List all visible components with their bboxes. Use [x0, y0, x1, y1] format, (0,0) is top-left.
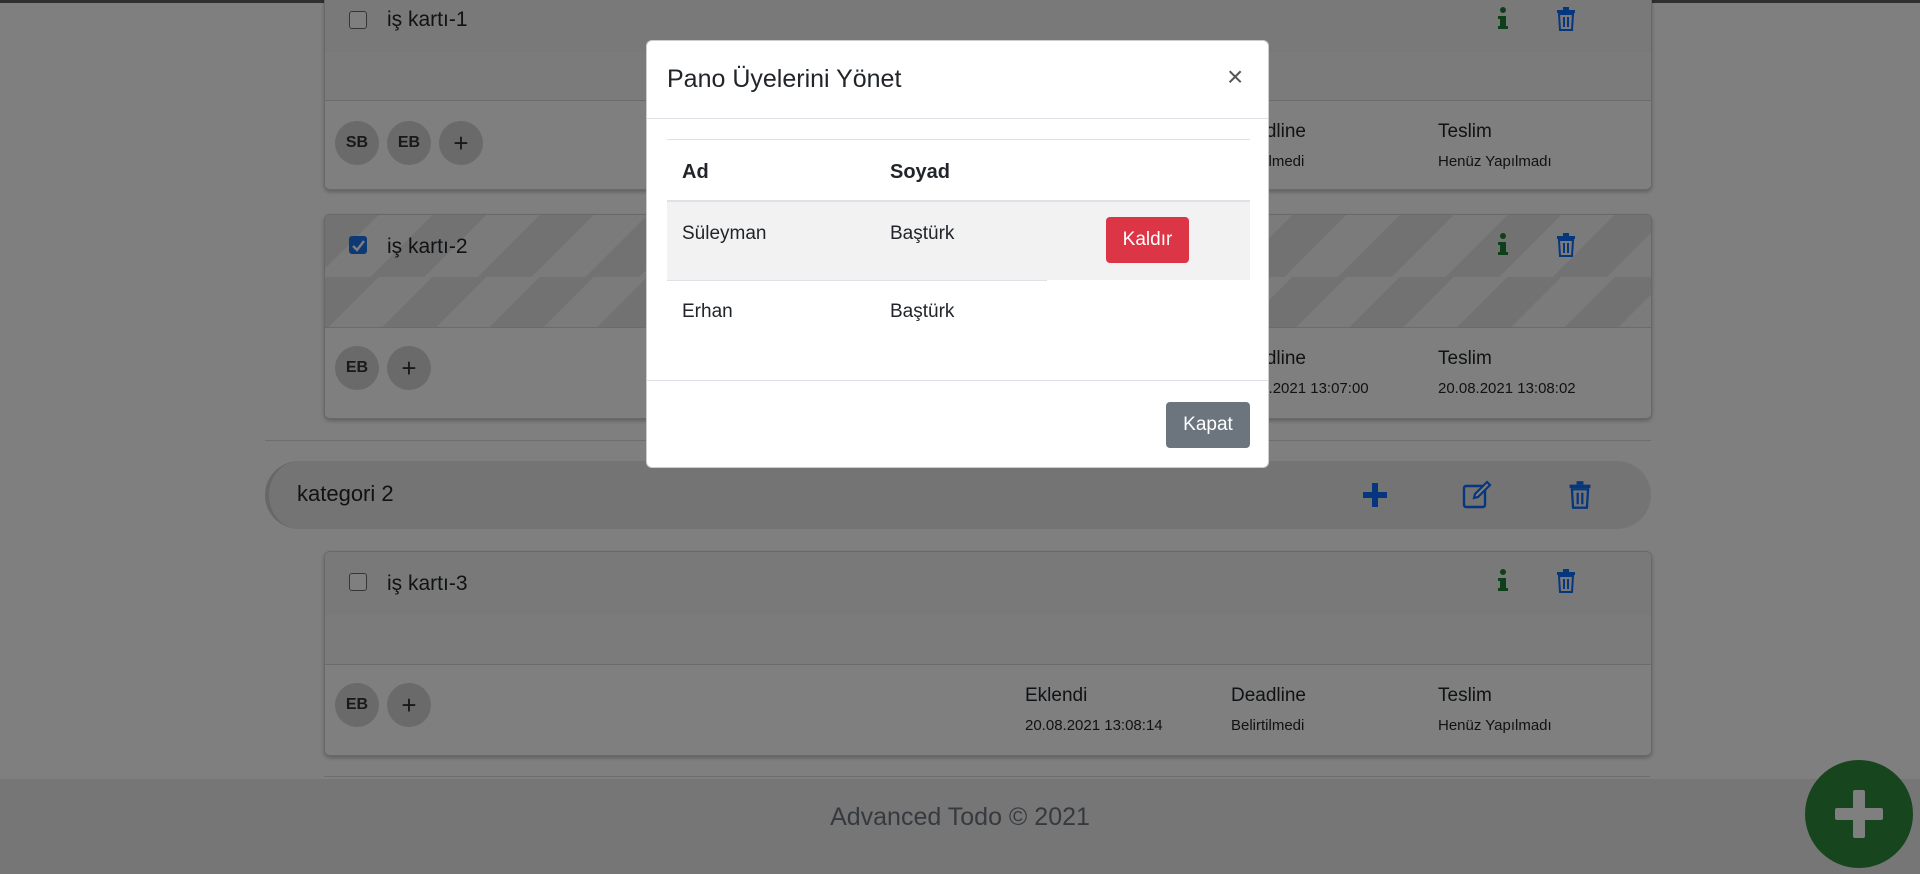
member-first-name: Süleyman	[682, 223, 767, 244]
modal-title: Pano Üyelerini Yönet	[667, 65, 902, 93]
column-header-last-name: Soyad	[890, 161, 951, 183]
manage-members-modal: Pano Üyelerini Yönet × Ad Soyad Süleyman…	[646, 40, 1269, 468]
member-first-name: Erhan	[682, 301, 733, 322]
row-divider	[667, 280, 1047, 281]
member-last-name: Baştürk	[890, 301, 955, 322]
remove-member-button[interactable]: Kaldır	[1106, 217, 1189, 263]
column-header-first-name: Ad	[682, 161, 709, 183]
table-top-border	[667, 139, 1250, 140]
modal-header-divider	[647, 118, 1268, 119]
close-modal-button[interactable]: Kapat	[1166, 402, 1250, 448]
member-last-name: Baştürk	[890, 223, 955, 244]
close-icon[interactable]: ×	[1227, 63, 1243, 91]
modal-footer-divider	[647, 380, 1268, 381]
